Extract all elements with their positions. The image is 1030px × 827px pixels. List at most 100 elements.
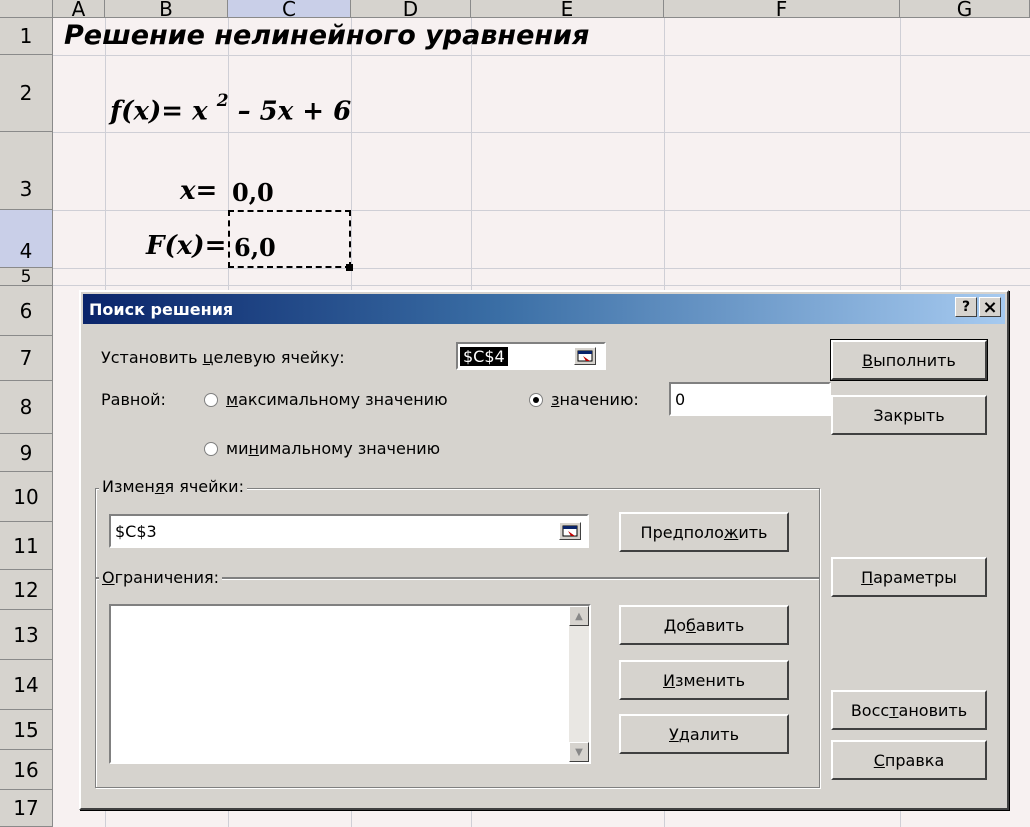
reset-text: ановить bbox=[898, 700, 968, 720]
reset-accel: т bbox=[889, 700, 899, 720]
row-header-14[interactable]: 14 bbox=[0, 660, 53, 710]
row-header-10[interactable]: 10 bbox=[0, 472, 53, 522]
sheet-title: Решение нелинейного уравнения bbox=[64, 20, 590, 51]
target-label-text: Установить bbox=[101, 348, 203, 367]
constraints-scrollbar[interactable]: ▲ ▼ bbox=[569, 606, 589, 762]
radio-max-label[interactable]: максимальному значению bbox=[226, 390, 448, 409]
target-cell-label: Установить целевую ячейку: bbox=[101, 348, 345, 367]
gridline bbox=[53, 55, 1030, 56]
guess-button[interactable]: Предполо ж ить bbox=[619, 512, 789, 552]
row-header-4[interactable]: 4 bbox=[0, 210, 53, 268]
radio-min-text: имальному значению bbox=[258, 439, 441, 458]
options-text: араметры bbox=[873, 567, 957, 587]
solve-text: ыполнить bbox=[873, 350, 956, 370]
add-accel: б bbox=[686, 615, 696, 635]
edit-text: зменить bbox=[674, 670, 745, 690]
row-header-8[interactable]: 8 bbox=[0, 381, 53, 434]
formula-rhs: – 5x + 6 bbox=[228, 96, 352, 127]
gridline bbox=[53, 210, 1030, 211]
help-button[interactable]: Справка bbox=[831, 740, 987, 780]
row-header-9[interactable]: 9 bbox=[0, 434, 53, 472]
fill-handle[interactable] bbox=[346, 264, 353, 271]
col-header-f[interactable]: F bbox=[664, 0, 900, 21]
delete-text: далить bbox=[678, 724, 739, 744]
row-header-2[interactable]: 2 bbox=[0, 55, 53, 132]
radio-value[interactable] bbox=[529, 393, 543, 407]
row-header-1[interactable]: 1 bbox=[0, 18, 53, 55]
fx-value-cell[interactable]: 6,0 bbox=[234, 233, 276, 262]
solver-dialog: Поиск решения ? × Установить целевую яче… bbox=[79, 290, 1009, 810]
gridline bbox=[53, 268, 1030, 269]
gridline bbox=[53, 285, 1030, 286]
reset-all-button[interactable]: Восс т ановить bbox=[831, 690, 987, 730]
close-button[interactable]: Закрыть bbox=[831, 395, 987, 435]
formula-lhs: f(x)= x bbox=[110, 96, 217, 127]
row-header-12[interactable]: 12 bbox=[0, 570, 53, 610]
guess-accel: ж bbox=[723, 522, 739, 542]
target-label-text: елевую ячейку: bbox=[213, 348, 345, 367]
x-label: x= bbox=[180, 176, 218, 206]
reset-text: Восс bbox=[850, 700, 890, 720]
row-header-15[interactable]: 15 bbox=[0, 710, 53, 750]
add-text: До bbox=[663, 615, 687, 635]
col-header-b[interactable]: B bbox=[105, 0, 228, 21]
x-value-cell[interactable]: 0,0 bbox=[232, 178, 274, 207]
collapse-dialog-icon[interactable] bbox=[574, 347, 596, 365]
row-header-11[interactable]: 11 bbox=[0, 522, 53, 570]
col-header-c[interactable]: C bbox=[228, 0, 351, 21]
radio-value-label[interactable]: значению: bbox=[551, 390, 639, 409]
radio-max[interactable] bbox=[204, 393, 218, 407]
guess-text: ить bbox=[738, 522, 768, 542]
value-input[interactable]: 0 bbox=[669, 382, 831, 416]
row-header-16[interactable]: 16 bbox=[0, 750, 53, 790]
col-header-a[interactable]: A bbox=[53, 0, 105, 21]
radio-min-label[interactable]: минимальному значению bbox=[226, 439, 440, 458]
formula-exponent: 2 bbox=[216, 91, 229, 111]
constraints-accel: О bbox=[102, 568, 115, 587]
changing-label-text: я ячейки: bbox=[164, 477, 244, 496]
help-text: правка bbox=[884, 750, 945, 770]
radio-max-text: аксимальному значению bbox=[238, 390, 448, 409]
gridline bbox=[53, 132, 1030, 133]
radio-min-accel: н bbox=[248, 439, 259, 458]
radio-min[interactable] bbox=[204, 442, 218, 456]
solve-accel: В bbox=[862, 350, 874, 370]
row-header-7[interactable]: 7 bbox=[0, 336, 53, 381]
radio-value-accel: з bbox=[551, 390, 560, 409]
fx-label: F(x)= bbox=[146, 231, 227, 261]
equation-formula: f(x)= x 2 – 5x + 6 bbox=[110, 91, 352, 127]
equal-to-label: Равной: bbox=[101, 390, 166, 409]
edit-button[interactable]: Изменить bbox=[619, 660, 789, 700]
help-accel: С bbox=[873, 750, 885, 770]
row-header-13[interactable]: 13 bbox=[0, 610, 53, 660]
col-header-e[interactable]: E bbox=[471, 0, 664, 21]
row-header-17[interactable]: 17 bbox=[0, 790, 53, 827]
scroll-down-icon[interactable]: ▼ bbox=[569, 742, 589, 762]
target-cell-value: $C$4 bbox=[460, 346, 508, 366]
row-header-6[interactable]: 6 bbox=[0, 286, 53, 336]
delete-button[interactable]: Удалить bbox=[619, 714, 789, 754]
edit-accel: И bbox=[663, 670, 675, 690]
add-button[interactable]: До б авить bbox=[619, 605, 789, 645]
help-icon[interactable]: ? bbox=[955, 297, 977, 317]
col-header-d[interactable]: D bbox=[351, 0, 471, 21]
dialog-titlebar[interactable]: Поиск решения bbox=[83, 294, 1005, 324]
close-icon[interactable]: × bbox=[979, 297, 1001, 318]
corner-cell[interactable] bbox=[0, 0, 53, 18]
scroll-up-icon[interactable]: ▲ bbox=[569, 606, 589, 626]
options-button[interactable]: Параметры bbox=[831, 557, 987, 597]
solve-button[interactable]: Выполнить bbox=[830, 339, 988, 381]
collapse-dialog-icon[interactable] bbox=[559, 522, 581, 540]
options-accel: П bbox=[861, 567, 874, 587]
radio-min-text: ми bbox=[226, 439, 249, 458]
changing-cells-field[interactable]: $C$3 bbox=[109, 514, 589, 548]
col-header-g[interactable]: G bbox=[900, 0, 1030, 21]
dialog-title: Поиск решения bbox=[89, 299, 234, 319]
target-label-accel: ц bbox=[202, 348, 214, 367]
row-header-3[interactable]: 3 bbox=[0, 132, 53, 210]
delete-accel: У bbox=[669, 724, 679, 744]
radio-max-accel: м bbox=[226, 390, 239, 409]
row-header-5[interactable]: 5 bbox=[0, 267, 53, 287]
constraints-label: Ограничения: bbox=[99, 568, 222, 587]
constraints-list[interactable]: ▲ ▼ bbox=[109, 604, 591, 764]
